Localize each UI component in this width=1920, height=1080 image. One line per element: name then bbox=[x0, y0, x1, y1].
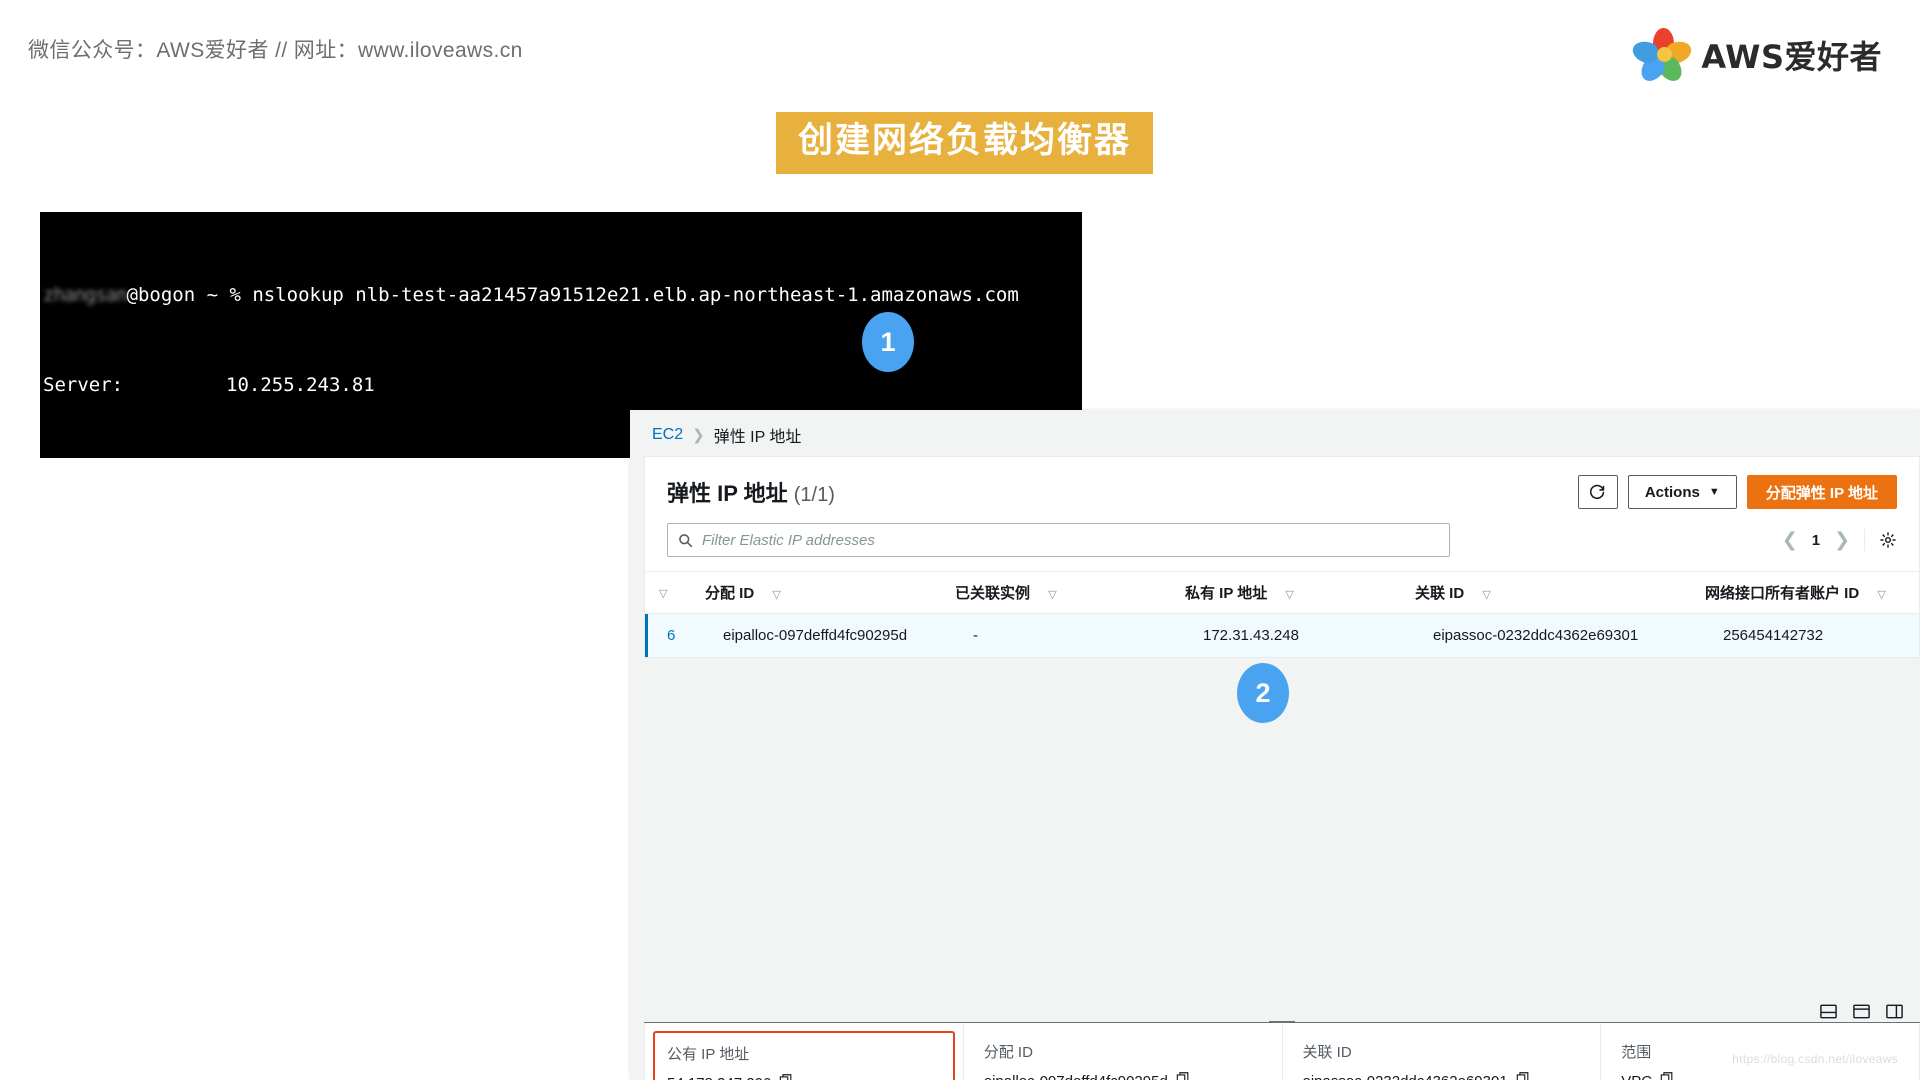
copy-icon[interactable] bbox=[1660, 1071, 1674, 1080]
breadcrumb-item-current: 弹性 IP 地址 bbox=[713, 429, 802, 446]
terminal-line-2: Server: 10.255.243.81 bbox=[43, 374, 375, 396]
brand-logo-block: AWS爱好者 bbox=[1630, 28, 1882, 86]
detail-label-public-ip: 公有 IP 地址 bbox=[667, 1046, 750, 1063]
panel-full-icon bbox=[1853, 1004, 1870, 1019]
detail-field-association-id: 关联 ID eipassoc-0232ddc4362e69301 bbox=[1303, 1041, 1581, 1080]
detail-field-allocation-id: 分配 ID eipalloc-097deffd4fc90295d bbox=[984, 1041, 1262, 1080]
table-header-row: ▽ 分配 ID ▽ 已关联实例 ▽ 私有 IP 地址 ▽ 关联 ID ▽ 网络接… bbox=[645, 571, 1919, 614]
detail-text-allocation-id: eipalloc-097deffd4fc90295d bbox=[984, 1071, 1168, 1080]
table-head: ▽ 分配 ID ▽ 已关联实例 ▽ 私有 IP 地址 ▽ 关联 ID ▽ 网络接… bbox=[645, 571, 1919, 614]
panel-header: 弹性 IP 地址 (1/1) Actions ▼ 分配弹性 IP 地址 bbox=[645, 457, 1919, 515]
copy-icon[interactable] bbox=[1516, 1071, 1530, 1080]
page-root: 微信公众号：AWS爱好者 // 网址：www.iloveaws.cn AWS爱好… bbox=[0, 0, 1920, 1080]
copy-icon[interactable] bbox=[1176, 1071, 1190, 1080]
th-owner-account: 网络接口所有者账户 ID ▽ bbox=[1705, 571, 1919, 614]
detail-label-allocation-id: 分配 ID bbox=[983, 1044, 1033, 1061]
page-title-banner: 创建网络负载均衡器 bbox=[776, 112, 1154, 175]
detail-label-association-id: 关联 ID bbox=[1302, 1044, 1352, 1061]
terminal-cmd: @bogon ~ % nslookup nlb-test-aa21457a915… bbox=[126, 284, 1019, 306]
search-placeholder: Filter Elastic IP addresses bbox=[702, 531, 875, 549]
search-input[interactable]: Filter Elastic IP addresses bbox=[667, 523, 1450, 557]
layout-toggle-group bbox=[1819, 1002, 1904, 1021]
detail-text-public-ip: 54.178.247.206 bbox=[667, 1073, 771, 1080]
th-name: ▽ bbox=[645, 571, 705, 614]
detail-value-public-ip: 54.178.247.206 bbox=[667, 1073, 941, 1080]
chevron-down-icon: ▼ bbox=[1708, 486, 1720, 498]
cell-association-id: eipassoc-0232ddc4362e69301 bbox=[1415, 613, 1705, 657]
terminal-line-1: zhangsan@bogon ~ % nslookup nlb-test-aa2… bbox=[43, 280, 1082, 310]
elastic-ip-panel: 弹性 IP 地址 (1/1) Actions ▼ 分配弹性 IP 地址 Filt… bbox=[644, 456, 1920, 658]
cell-owner-account: 256454142732 bbox=[1705, 613, 1919, 657]
breadcrumb: EC2 ❯ 弹性 IP 地址 bbox=[630, 410, 1920, 447]
th-associated-instance: 已关联实例 ▽ bbox=[955, 571, 1185, 614]
allocate-elastic-ip-button[interactable]: 分配弹性 IP 地址 bbox=[1746, 475, 1897, 509]
pagination: ❮ 1 ❯ bbox=[1782, 529, 1897, 552]
filter-row: Filter Elastic IP addresses ❮ 1 ❯ bbox=[645, 515, 1919, 571]
th-owner-account-label: 网络接口所有者账户 ID bbox=[1705, 585, 1860, 602]
sort-icon-association-id[interactable]: ▽ bbox=[1468, 589, 1504, 601]
detail-column-2: 分配 ID eipalloc-097deffd4fc90295d 私有 IP 地… bbox=[964, 1023, 1283, 1080]
flower-logo-icon bbox=[1630, 28, 1695, 86]
breadcrumb-item-ec2[interactable]: EC2 bbox=[652, 426, 683, 444]
th-private-ip: 私有 IP 地址 ▽ bbox=[1185, 571, 1415, 614]
detail-value-allocation-id: eipalloc-097deffd4fc90295d bbox=[984, 1071, 1262, 1080]
panel-title-count: (1/1) bbox=[793, 484, 835, 506]
table-body: 6 eipalloc-097deffd4fc90295d - 172.31.43… bbox=[645, 613, 1919, 657]
cell-associated-instance: - bbox=[955, 613, 1185, 657]
th-allocation-id-label: 分配 ID bbox=[705, 585, 755, 602]
detail-text-scope: VPC bbox=[1621, 1071, 1652, 1080]
refresh-icon bbox=[1590, 484, 1605, 499]
sort-icon-associated-instance[interactable]: ▽ bbox=[1034, 589, 1070, 601]
th-association-id-label: 关联 ID bbox=[1415, 585, 1465, 602]
watermark-text: 微信公众号：AWS爱好者 // 网址：www.iloveaws.cn bbox=[28, 39, 523, 62]
sort-icon-private-ip[interactable]: ▽ bbox=[1271, 589, 1307, 601]
breadcrumb-separator-icon: ❯ bbox=[692, 427, 705, 444]
th-association-id: 关联 ID ▽ bbox=[1415, 571, 1705, 614]
terminal-redacted-user: zhangsan bbox=[43, 284, 128, 306]
sort-icon-owner-account[interactable]: ▽ bbox=[1863, 589, 1899, 601]
copy-icon[interactable] bbox=[779, 1073, 793, 1080]
search-icon bbox=[679, 533, 693, 547]
actions-dropdown-button[interactable]: Actions ▼ bbox=[1627, 475, 1737, 509]
panel-title-text: 弹性 IP 地址 bbox=[667, 481, 788, 506]
brand-name: AWS爱好者 bbox=[1701, 38, 1882, 76]
pagination-next-button[interactable]: ❯ bbox=[1834, 529, 1850, 552]
detail-column-1: 公有 IP 地址 54.178.247.206 已关联实例 - 公有 DNS e… bbox=[645, 1023, 964, 1080]
panel-header-actions: Actions ▼ 分配弹性 IP 地址 bbox=[1577, 475, 1897, 509]
cell-private-ip: 172.31.43.248 bbox=[1185, 613, 1415, 657]
layout-split-bottom-button[interactable] bbox=[1819, 1002, 1838, 1021]
detail-column-3: 关联 ID eipassoc-0232ddc4362e69301 网络接口 ID… bbox=[1283, 1023, 1602, 1080]
panel-title: 弹性 IP 地址 (1/1) bbox=[667, 476, 835, 508]
split-vertical-icon bbox=[1886, 1004, 1903, 1019]
sort-icon-allocation-id[interactable]: ▽ bbox=[758, 589, 794, 601]
detail-field-public-ip: 公有 IP 地址 54.178.247.206 bbox=[653, 1031, 955, 1080]
layout-full-button[interactable] bbox=[1852, 1002, 1871, 1021]
sort-icon-name[interactable]: ▽ bbox=[645, 588, 681, 600]
actions-label: Actions bbox=[1644, 483, 1700, 501]
footer-watermark: https://blog.csdn.net/iloveaws bbox=[1732, 1052, 1898, 1066]
detail-text-association-id: eipassoc-0232ddc4362e69301 bbox=[1303, 1071, 1508, 1080]
th-allocation-id: 分配 ID ▽ bbox=[705, 571, 955, 614]
refresh-button[interactable] bbox=[1577, 475, 1618, 509]
table-row[interactable]: 6 eipalloc-097deffd4fc90295d - 172.31.43… bbox=[645, 613, 1919, 657]
elastic-ip-detail-panel: 公有 IP 地址 54.178.247.206 已关联实例 - 公有 DNS e… bbox=[644, 1023, 1920, 1080]
pagination-prev-button[interactable]: ❮ bbox=[1782, 529, 1798, 552]
layout-split-right-button[interactable] bbox=[1885, 1002, 1904, 1021]
cell-name[interactable]: 6 bbox=[645, 613, 705, 657]
detail-value-association-id: eipassoc-0232ddc4362e69301 bbox=[1303, 1071, 1581, 1080]
elastic-ip-table: ▽ 分配 ID ▽ 已关联实例 ▽ 私有 IP 地址 ▽ 关联 ID ▽ 网络接… bbox=[645, 571, 1919, 657]
detail-value-scope: VPC bbox=[1621, 1071, 1899, 1080]
gear-icon bbox=[1880, 532, 1896, 548]
aws-console-window: EC2 ❯ 弹性 IP 地址 弹性 IP 地址 (1/1) Actions ▼ … bbox=[630, 410, 1920, 1080]
th-private-ip-label: 私有 IP 地址 bbox=[1185, 585, 1268, 602]
split-horizontal-icon bbox=[1820, 1004, 1837, 1019]
step-marker-2: 2 bbox=[1237, 663, 1289, 723]
pagination-page-number[interactable]: 1 bbox=[1812, 532, 1820, 549]
th-associated-instance-label: 已关联实例 bbox=[955, 585, 1031, 602]
table-settings-button[interactable] bbox=[1879, 531, 1897, 549]
step-marker-1: 1 bbox=[862, 312, 914, 372]
cell-allocation-id: eipalloc-097deffd4fc90295d bbox=[705, 613, 955, 657]
pagination-divider bbox=[1864, 529, 1865, 551]
